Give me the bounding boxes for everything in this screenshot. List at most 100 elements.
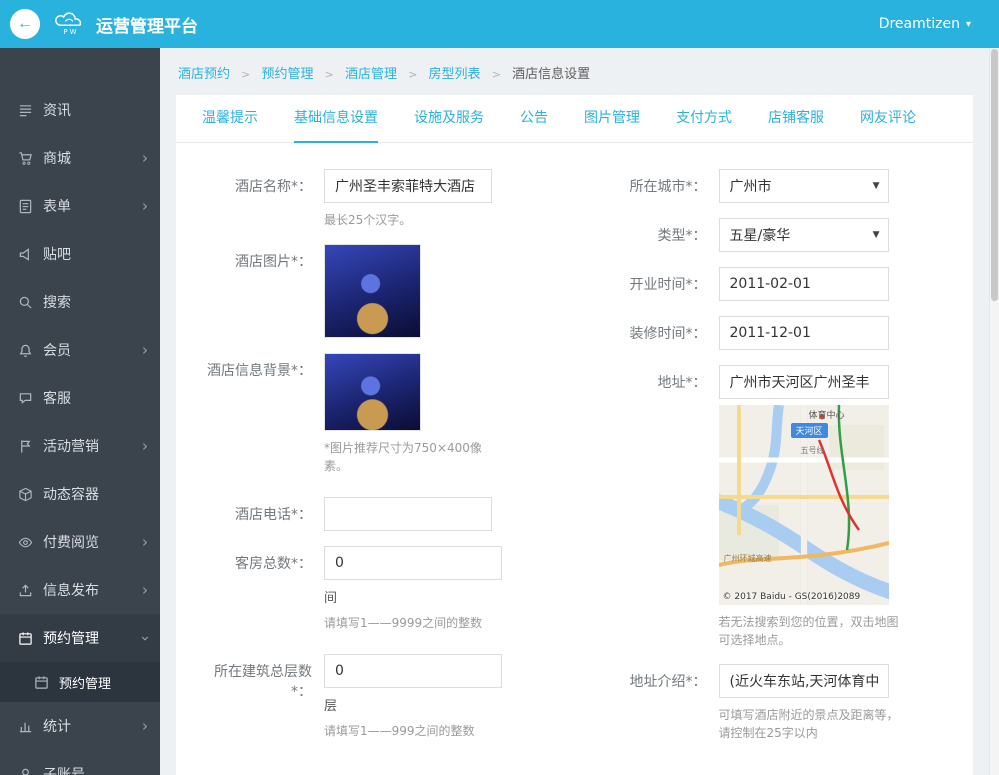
building-floors-hint: 请填写1——999之间的整数 [324, 724, 475, 738]
tab-payment[interactable]: 支付方式 [676, 95, 732, 143]
sidebar-item-label: 商城 [43, 151, 71, 167]
vertical-scrollbar[interactable] [989, 48, 999, 775]
breadcrumb-link[interactable]: 预约管理 [262, 67, 314, 82]
calendar-icon [19, 631, 32, 645]
tab-basic-info[interactable]: 基础信息设置 [294, 95, 378, 143]
main-content: 酒店预约 > 预约管理 > 酒店管理 > 房型列表 > 酒店信息设置 温馨提示 … [160, 48, 989, 775]
hotel-image-thumbnail[interactable] [324, 244, 421, 338]
hotel-background-thumbnail[interactable] [324, 353, 421, 431]
sidebar-item-label: 预约管理 [59, 676, 112, 692]
baidu-map[interactable]: 体育中心 天河区 五号线 广州环城高速 © 2017 Baidu - GS(20… [718, 405, 889, 605]
sidebar-item-member[interactable]: 会员 › [0, 326, 160, 374]
megaphone-icon [19, 247, 29, 261]
renovation-date-input[interactable] [718, 316, 889, 350]
news-icon [19, 104, 32, 116]
hotel-phone-input[interactable] [324, 497, 492, 531]
type-label: 类型*： [657, 228, 707, 244]
tab-warm-tips[interactable]: 温馨提示 [202, 95, 258, 143]
back-button[interactable]: ← [10, 9, 40, 39]
breadcrumb-separator: > [408, 68, 418, 81]
opening-date-input[interactable] [718, 267, 889, 301]
chevron-right-icon: › [142, 532, 148, 551]
sidebar-item-service[interactable]: 客服 [0, 374, 160, 422]
building-floors-unit: 层 [324, 699, 338, 714]
sidebar-item-stats[interactable]: 统计 › [0, 702, 160, 750]
sidebar-item-subaccount[interactable]: 子账号 [0, 750, 160, 775]
app-title: 运营管理平台 [96, 16, 198, 37]
eye-icon [18, 537, 33, 547]
chat-icon [19, 392, 32, 404]
type-select[interactable]: 五星/豪华 ▼ [718, 218, 889, 252]
sidebar-item-label: 信息发布 [43, 583, 99, 599]
breadcrumb: 酒店预约 > 预约管理 > 酒店管理 > 房型列表 > 酒店信息设置 [160, 48, 989, 93]
room-total-label: 客房总数*： [235, 556, 312, 572]
tab-comments[interactable]: 网友评论 [860, 95, 916, 143]
settings-card: 温馨提示 基础信息设置 设施及服务 公告 图片管理 支付方式 店铺客服 网友评论… [176, 95, 973, 775]
bell-icon [19, 344, 32, 357]
sidebar-item-mall[interactable]: 商城 › [0, 134, 160, 182]
sidebar-item-container[interactable]: 动态容器 [0, 470, 160, 518]
app-logo: PW [52, 12, 90, 36]
city-select[interactable]: 广州市 ▼ [718, 169, 889, 203]
sidebar-item-label: 预约管理 [43, 631, 99, 647]
sidebar-item-publish[interactable]: 信息发布 › [0, 566, 160, 614]
sidebar-item-label: 资讯 [43, 103, 71, 119]
sidebar-item-news[interactable]: 资讯 [0, 86, 160, 134]
room-total-input[interactable] [324, 546, 502, 580]
sidebar-item-label: 付费阅览 [43, 535, 99, 551]
map-metro-label: 五号线 [800, 446, 825, 455]
breadcrumb-link[interactable]: 酒店预约 [178, 67, 230, 82]
building-floors-label: 所在建筑总层数*： [214, 664, 312, 700]
bar-chart-icon [19, 722, 32, 732]
breadcrumb-separator: > [491, 68, 501, 81]
tab-notice[interactable]: 公告 [520, 95, 548, 143]
chevron-right-icon: › [142, 716, 148, 735]
sidebar-item-form[interactable]: 表单 › [0, 182, 160, 230]
caret-down-icon: ▾ [965, 18, 971, 30]
room-total-hint: 请填写1——9999之间的整数 [324, 616, 483, 630]
sidebar-item-tieba[interactable]: 贴吧 [0, 230, 160, 278]
tab-shop-service[interactable]: 店铺客服 [768, 95, 824, 143]
chevron-right-icon: › [142, 148, 148, 167]
building-floors-input[interactable] [324, 654, 502, 688]
chevron-right-icon: › [142, 340, 148, 359]
opening-date-label: 开业时间*： [629, 277, 707, 293]
form-icon [19, 199, 32, 213]
hotel-image-label: 酒店图片*： [235, 254, 312, 270]
sidebar-item-label: 活动营销 [43, 439, 99, 455]
sidebar-item-booking[interactable]: 预约管理 › [0, 614, 160, 662]
sidebar-item-paid-reading[interactable]: 付费阅览 › [0, 518, 160, 566]
breadcrumb-link[interactable]: 房型列表 [429, 67, 481, 82]
tab-image-management[interactable]: 图片管理 [584, 95, 640, 143]
hotel-name-input[interactable] [324, 169, 492, 203]
user-menu[interactable]: Dreamtizen ▾ [879, 16, 971, 32]
chevron-right-icon: › [142, 436, 148, 455]
sidebar-item-label: 子账号 [43, 767, 85, 775]
flag-icon [21, 439, 31, 453]
hotel-name-hint: 最长25个汉字。 [324, 213, 412, 227]
breadcrumb-separator: > [324, 68, 334, 81]
logo-text: PW [63, 28, 79, 36]
select-caret-icon: ▼ [872, 230, 880, 240]
user-icon [22, 768, 29, 775]
chevron-right-icon: › [142, 580, 148, 599]
sidebar-item-label: 客服 [43, 391, 71, 407]
map-highway-label: 广州环城高速 [723, 554, 772, 563]
basic-info-form: 酒店名称*： 最长25个汉字。 酒店图片*： 酒店信息背景*： [176, 143, 973, 757]
type-select-value: 五星/豪华 [729, 228, 791, 244]
address-intro-input[interactable] [718, 664, 889, 698]
sidebar-item-search[interactable]: 搜索 [0, 278, 160, 326]
map-poi-label: 体育中心 [808, 411, 845, 421]
scrollbar-thumb[interactable] [991, 49, 998, 301]
calendar-icon [35, 675, 48, 689]
chevron-right-icon: › [142, 196, 148, 215]
address-input[interactable] [718, 365, 889, 399]
tab-facilities[interactable]: 设施及服务 [414, 95, 484, 143]
sidebar-item-marketing[interactable]: 活动营销 › [0, 422, 160, 470]
cart-icon [19, 151, 32, 165]
sidebar-subitem-booking-manage[interactable]: 预约管理 [0, 662, 160, 702]
upload-icon [19, 583, 32, 596]
breadcrumb-link[interactable]: 酒店管理 [345, 67, 397, 82]
sidebar-item-label: 统计 [43, 719, 71, 735]
sidebar-item-label: 贴吧 [43, 247, 71, 263]
